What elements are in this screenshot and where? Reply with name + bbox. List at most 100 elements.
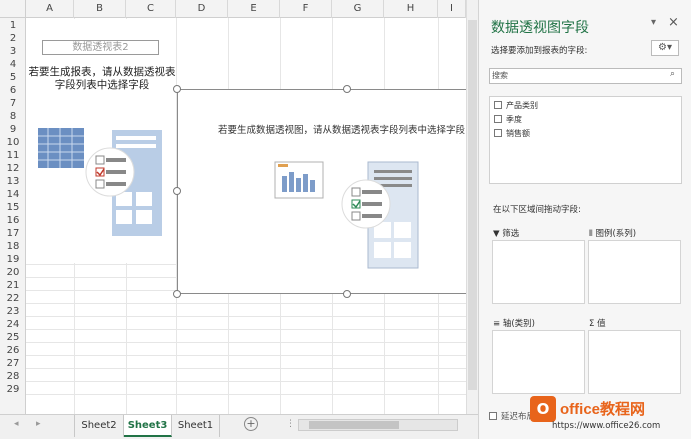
column-header-b[interactable]: B [74,0,126,18]
sigma-icon: Σ [589,319,595,329]
row-header[interactable]: 3 [0,46,26,58]
horizontal-scrollbar[interactable] [298,419,458,431]
resize-handle[interactable] [343,85,351,93]
filter-icon: ▼ [493,229,500,239]
legend-zone[interactable] [588,240,681,304]
row-header[interactable]: 2 [0,33,26,45]
row-header[interactable]: 6 [0,85,26,97]
tab-scroll-left-icon[interactable]: ◂ [14,419,19,429]
row-header[interactable]: 27 [0,358,26,370]
search-input[interactable]: 搜索 [489,68,682,84]
pivot-table-name-box[interactable]: 数据透视表2 [42,40,159,55]
row-header[interactable]: 15 [0,202,26,214]
field-item[interactable]: 销售额 [494,129,530,139]
columns-icon: ⦀ [589,229,593,239]
column-header-e[interactable]: E [228,0,280,18]
pivot-table-message: 若要生成报表，请从数据透视表字段列表中选择字段 [28,66,176,91]
checkbox[interactable] [494,129,502,137]
grid-line [26,368,466,369]
vertical-scrollbar[interactable] [466,0,478,414]
worksheet[interactable]: A B C D E F G H I 1 2 3 4 5 6 7 8 9 10 1… [0,0,478,439]
office-logo-icon: O [530,396,556,422]
grid-line [26,342,466,343]
pivot-field-panel: 数据透视图字段 ▾ × 选择要添加到报表的字段: ⚙▾ 搜索 ⌕ 产品类别 季度… [478,0,691,439]
row-header[interactable]: 18 [0,241,26,253]
column-header-g[interactable]: G [332,0,384,18]
field-item[interactable]: 季度 [494,115,522,125]
row-header[interactable]: 1 [0,20,26,32]
panel-title: 数据透视图字段 [491,20,589,36]
row-header[interactable]: 24 [0,319,26,331]
row-header[interactable]: 4 [0,59,26,71]
resize-handle[interactable] [343,290,351,298]
field-item[interactable]: 产品类别 [494,101,538,111]
select-all-corner[interactable] [0,0,26,18]
row-header[interactable]: 29 [0,384,26,396]
panel-menu-icon[interactable]: ▾ [651,17,656,28]
row-header[interactable]: 5 [0,72,26,84]
row-header[interactable]: 17 [0,228,26,240]
tab-sheet1[interactable]: Sheet1 [172,415,220,437]
filter-zone-label: ▼ 筛选 [493,229,520,239]
more-icon: ⋮ [286,419,295,429]
areas-label: 在以下区域间拖动字段: [493,205,581,215]
row-headers: 1 2 3 4 5 6 7 8 9 10 11 12 13 14 15 16 1… [0,18,26,414]
column-header-i[interactable]: I [438,0,466,18]
legend-zone-label: ⦀ 图例(系列) [589,229,637,239]
sheet-tab-bar: ◂ ▸ Sheet2 Sheet3 Sheet1 + ⋮ [0,414,478,439]
row-header[interactable]: 8 [0,111,26,123]
hscroll-thumb[interactable] [309,421,399,429]
row-header[interactable]: 7 [0,98,26,110]
scroll-thumb[interactable] [468,20,477,390]
grid-line [26,316,466,317]
column-header-d[interactable]: D [176,0,228,18]
grid-line [26,329,466,330]
tab-scroll-right-icon[interactable]: ▸ [36,419,41,429]
row-header[interactable]: 19 [0,254,26,266]
tab-sheet3[interactable]: Sheet3 [124,415,172,437]
row-header[interactable]: 11 [0,150,26,162]
axis-zone-label: ≡ 轴(类别) [493,319,535,329]
resize-handle[interactable] [173,290,181,298]
rows-icon: ≡ [493,319,501,329]
row-header[interactable]: 28 [0,371,26,383]
search-icon[interactable]: ⌕ [670,69,675,79]
values-zone[interactable] [588,330,681,394]
grid-line [26,303,466,304]
row-header[interactable]: 9 [0,124,26,136]
row-header[interactable]: 16 [0,215,26,227]
row-header[interactable]: 23 [0,306,26,318]
settings-gear-icon[interactable]: ⚙▾ [651,40,679,56]
row-header[interactable]: 25 [0,332,26,344]
row-header[interactable]: 20 [0,267,26,279]
values-zone-label: Σ 值 [589,319,606,329]
row-header[interactable]: 14 [0,189,26,201]
row-header[interactable]: 26 [0,345,26,357]
column-headers: A B C D E F G H I [26,0,466,18]
resize-handle[interactable] [173,187,181,195]
close-icon[interactable]: × [668,15,679,30]
filter-zone[interactable] [492,240,585,304]
tab-sheet2[interactable]: Sheet2 [74,415,124,437]
row-header[interactable]: 21 [0,280,26,292]
column-header-f[interactable]: F [280,0,332,18]
field-list: 产品类别 季度 销售额 [489,96,682,184]
panel-subtitle: 选择要添加到报表的字段: [491,46,588,56]
row-header[interactable]: 13 [0,176,26,188]
add-sheet-button[interactable]: + [244,417,258,431]
grid-line [26,394,466,395]
row-header[interactable]: 10 [0,137,26,149]
resize-handle[interactable] [173,85,181,93]
row-header[interactable]: 12 [0,163,26,175]
column-header-h[interactable]: H [384,0,438,18]
column-header-a[interactable]: A [26,0,74,18]
field-label: 销售额 [506,129,530,138]
checkbox[interactable] [489,412,497,420]
watermark-url: https://www.office26.com [552,421,661,431]
watermark-brand: office教程网 [560,401,646,418]
axis-zone[interactable] [492,330,585,394]
checkbox[interactable] [494,101,502,109]
row-header[interactable]: 22 [0,293,26,305]
checkbox[interactable] [494,115,502,123]
column-header-c[interactable]: C [126,0,176,18]
